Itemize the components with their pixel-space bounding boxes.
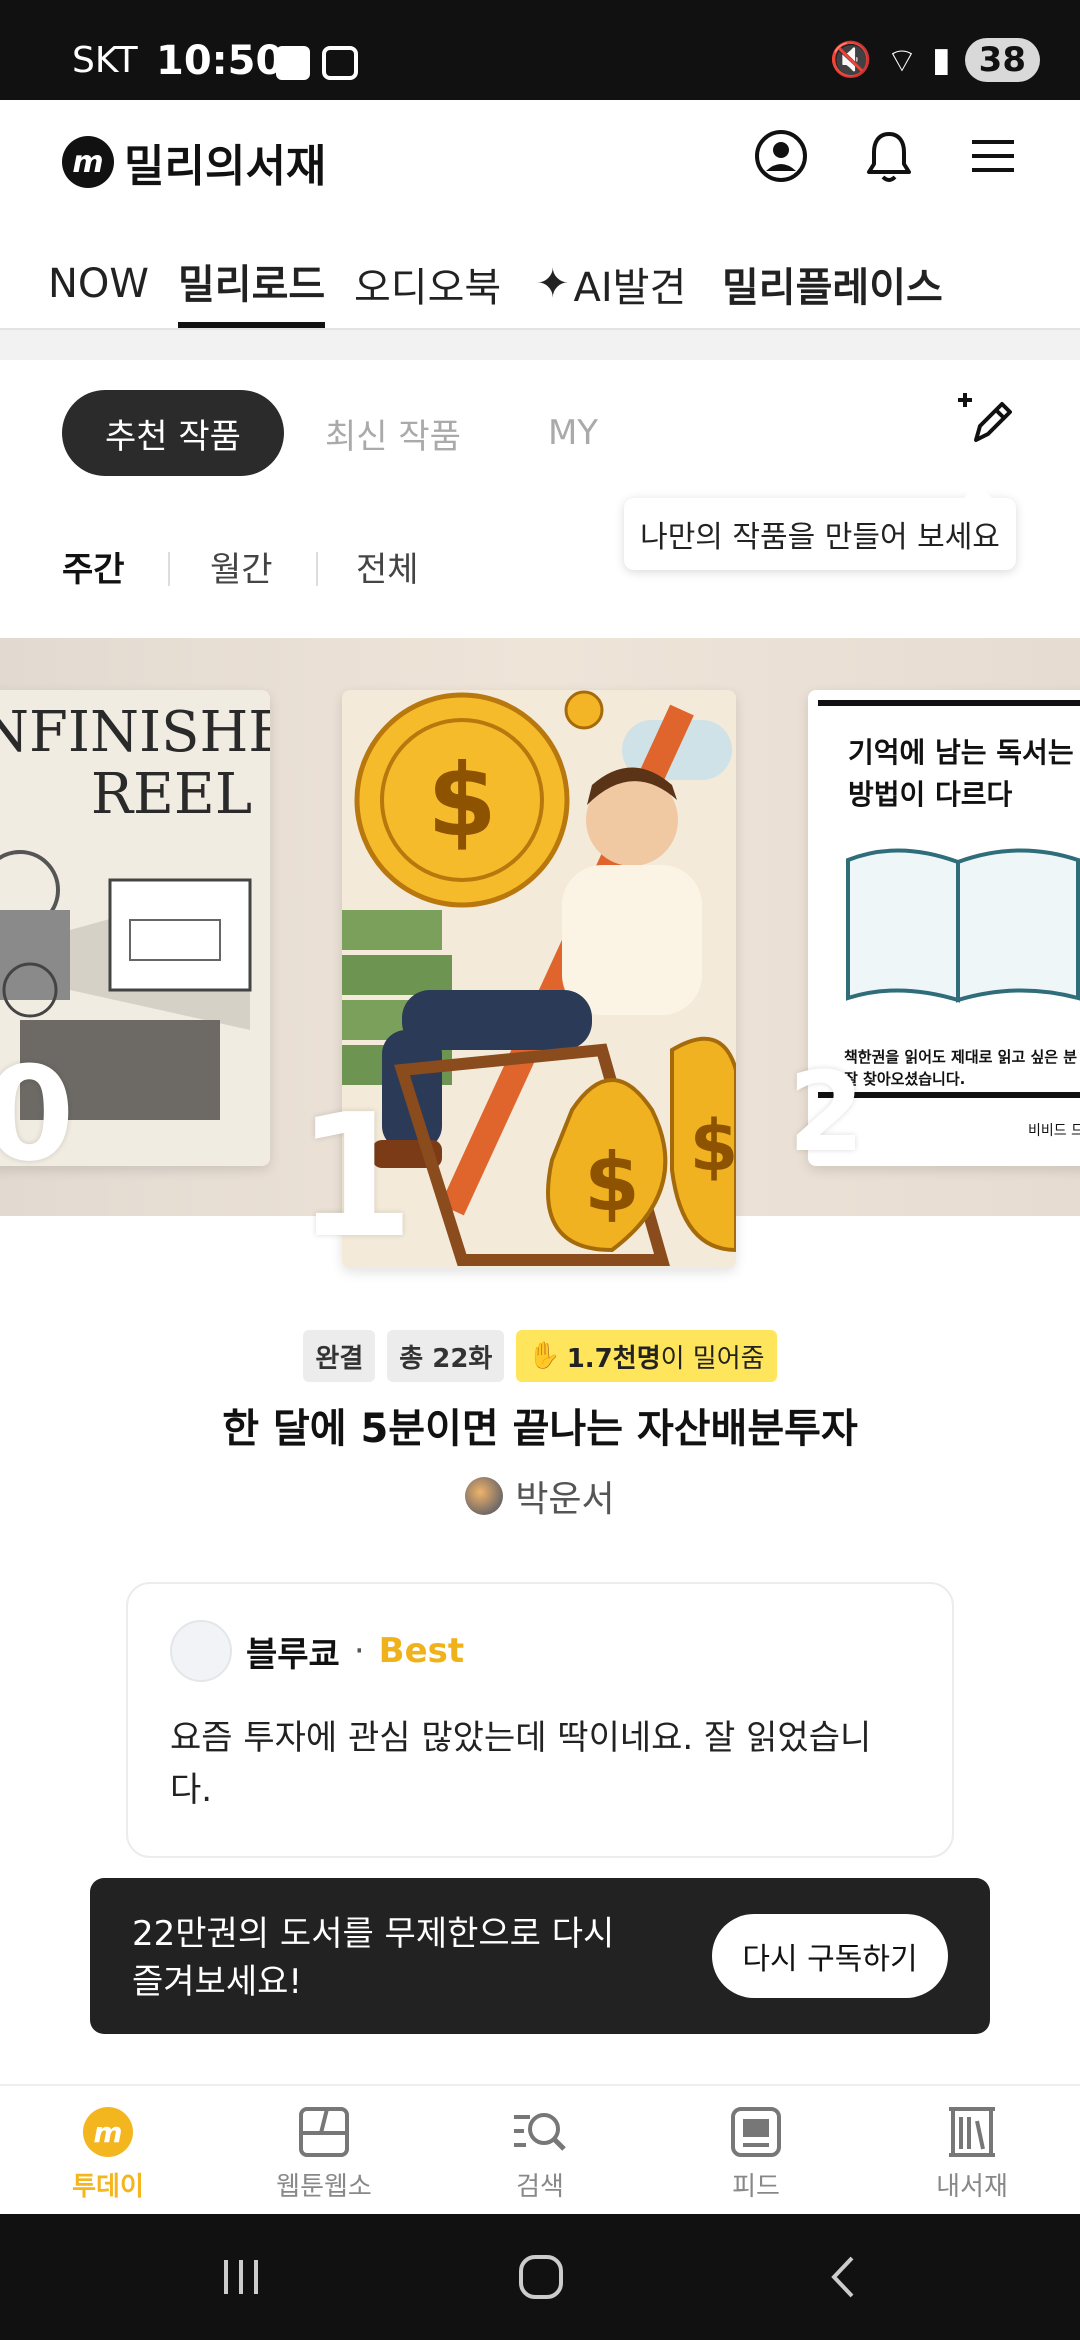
mute-icon: 🔇 <box>829 40 872 80</box>
promo-line-2: 즐겨보세요! <box>132 1962 303 2002</box>
status-icons: 🔇 ⌔ ▮ 38 <box>830 38 1040 82</box>
bottomnav-search[interactable]: 검색 <box>450 2104 630 2203</box>
period-weekly[interactable]: 주간 <box>62 542 125 591</box>
feed-icon <box>666 2104 846 2160</box>
ranking-carousel[interactable]: NFINISHED REEL 0 $ <box>0 638 1080 1276</box>
featured-author[interactable]: 박운서 <box>0 1470 1080 1522</box>
bottomnav-today[interactable]: m 투데이 <box>18 2104 198 2203</box>
author-name: 박운서 <box>515 1479 615 1520</box>
bottomnav-label: 피드 <box>732 2172 780 2202</box>
signal-icon: ▮ <box>931 40 951 80</box>
header-actions <box>754 128 1016 184</box>
topnav-ai-discover[interactable]: ✦ AI발견 <box>536 240 686 328</box>
resubscribe-button[interactable]: 다시 구독하기 <box>712 1914 948 1998</box>
featured-badges: 완결 총 22화 ✋ 1.7천명 이 밀어줌 <box>0 1330 1080 1382</box>
content-tabs: 추천 작품 최신 작품 MY <box>0 360 1080 510</box>
best-tag: Best <box>378 1631 465 1671</box>
topnav-now[interactable]: NOW <box>48 240 149 328</box>
search-icon <box>450 2104 630 2160</box>
create-work-tooltip[interactable]: 나만의 작품을 만들어 보세요 <box>624 484 1016 570</box>
tab-latest[interactable]: 최신 작품 <box>300 390 486 476</box>
reviewer-name: 블루쿄 <box>246 1634 340 1675</box>
topnav-ai-label: AI발견 <box>573 265 687 311</box>
book-cover-caption-line-1: 책한권을 읽어도 제대로 읽고 싶은 분 <box>844 1048 1078 1066</box>
featured-title[interactable]: 한 달에 5분이면 끝나는 자산배분투자 <box>0 1396 1080 1454</box>
author-avatar <box>465 1477 504 1515</box>
push-count-badge: ✋ 1.7천명 이 밀어줌 <box>516 1330 777 1382</box>
book-cover-author: 비비드 드 <box>1028 1123 1080 1139</box>
tab-recommended[interactable]: 추천 작품 <box>62 390 284 476</box>
sparkle-icon: ✦ <box>536 261 570 307</box>
push-suffix: 이 밀어줌 <box>660 1343 765 1374</box>
rank-number: 2 <box>788 1048 865 1176</box>
status-bar: SKT 10:50 🔇 ⌔ ▮ 38 <box>0 0 1080 100</box>
top-nav: NOW 밀리로드 오디오북 ✦ AI발견 밀리플레이스 <box>0 240 1080 330</box>
promo-line-1: 22만권의 도서를 무제한으로 다시 <box>132 1914 615 1954</box>
battery-indicator: 38 <box>964 38 1040 82</box>
resubscribe-banner: 22만권의 도서를 무제한으로 다시 즐겨보세요! 다시 구독하기 <box>90 1878 990 2034</box>
topnav-audiobook[interactable]: 오디오북 <box>354 240 501 328</box>
review-header: 블루쿄 · Best <box>170 1620 464 1682</box>
book-cover-caption-line-2: 잘 찾아오셨습니다. <box>844 1070 966 1088</box>
webtoon-icon <box>234 2104 414 2160</box>
notification-bell-icon[interactable] <box>864 128 914 184</box>
scan-icon <box>322 46 358 80</box>
svg-text:$: $ <box>690 1105 736 1187</box>
period-divider <box>316 552 318 586</box>
bottom-nav: m 투데이 웹툰웹소 검색 피드 내서재 <box>0 2084 1080 2214</box>
book-cover-caption: 책한권을 읽어도 제대로 읽고 싶은 분 잘 찾아오셨습니다. <box>844 1046 1077 1090</box>
reviewer-avatar <box>170 1620 232 1682</box>
review-text: 요즘 투자에 관심 많았는데 딱이네요. 잘 읽었습니다. <box>170 1718 872 1810</box>
bottomnav-label: 검색 <box>516 2172 564 2202</box>
app-logo[interactable]: m 밀리의서재 <box>62 130 326 194</box>
section-divider <box>0 330 1080 360</box>
bottomnav-library[interactable]: 내서재 <box>882 2104 1062 2203</box>
svg-text:m: m <box>93 2116 122 2149</box>
bottomnav-feed[interactable]: 피드 <box>666 2104 846 2203</box>
episode-count-badge: 총 22화 <box>387 1330 505 1382</box>
system-nav-bar <box>0 2214 1080 2340</box>
bottomnav-label: 내서재 <box>936 2172 1008 2202</box>
clap-hand-icon: ✋ <box>528 1341 561 1371</box>
rank-number: 0 <box>0 1038 75 1190</box>
separator-dot: · <box>353 1631 365 1671</box>
review-card[interactable]: 블루쿄 · Best 요즘 투자에 관심 많았는데 딱이네요. 잘 읽었습니다. <box>126 1582 954 1858</box>
profile-icon[interactable] <box>754 129 808 183</box>
bottomnav-label: 웹툰웹소 <box>276 2172 372 2202</box>
back-icon[interactable] <box>820 2252 870 2306</box>
status-badge: 완결 <box>303 1330 376 1382</box>
wifi-icon: ⌔ <box>885 40 918 81</box>
pay-icon <box>276 46 310 80</box>
clock: 10:50 <box>156 38 284 84</box>
bottomnav-webtoon[interactable]: 웹툰웹소 <box>234 2104 414 2203</box>
tab-my[interactable]: MY <box>520 390 626 476</box>
write-new-work-icon[interactable] <box>954 388 1018 456</box>
bookshelf-icon <box>882 2104 1062 2160</box>
rank-number: 1 <box>296 1078 415 1276</box>
svg-text:$: $ <box>584 1136 640 1229</box>
recent-apps-icon[interactable] <box>216 2252 266 2306</box>
today-logo-icon: m <box>18 2104 198 2160</box>
app-name: 밀리의서재 <box>124 141 327 192</box>
menu-hamburger-icon[interactable] <box>970 136 1016 176</box>
logo-mark-icon: m <box>62 136 114 188</box>
topnav-millie-place[interactable]: 밀리플레이스 <box>722 240 943 328</box>
push-count: 1.7천명 <box>566 1343 661 1374</box>
period-all[interactable]: 전체 <box>356 542 419 591</box>
svg-text:$: $ <box>427 742 497 859</box>
period-monthly[interactable]: 월간 <box>210 542 273 591</box>
bottomnav-label: 투데이 <box>72 2172 144 2202</box>
period-divider <box>168 552 170 586</box>
topnav-millie-road[interactable]: 밀리로드 <box>178 240 326 328</box>
app-header: m 밀리의서재 <box>0 100 1080 220</box>
home-icon[interactable] <box>516 2252 566 2306</box>
carrier-label: SKT <box>72 40 138 81</box>
promo-message: 22만권의 도서를 무제한으로 다시 즐겨보세요! <box>132 1910 652 2006</box>
